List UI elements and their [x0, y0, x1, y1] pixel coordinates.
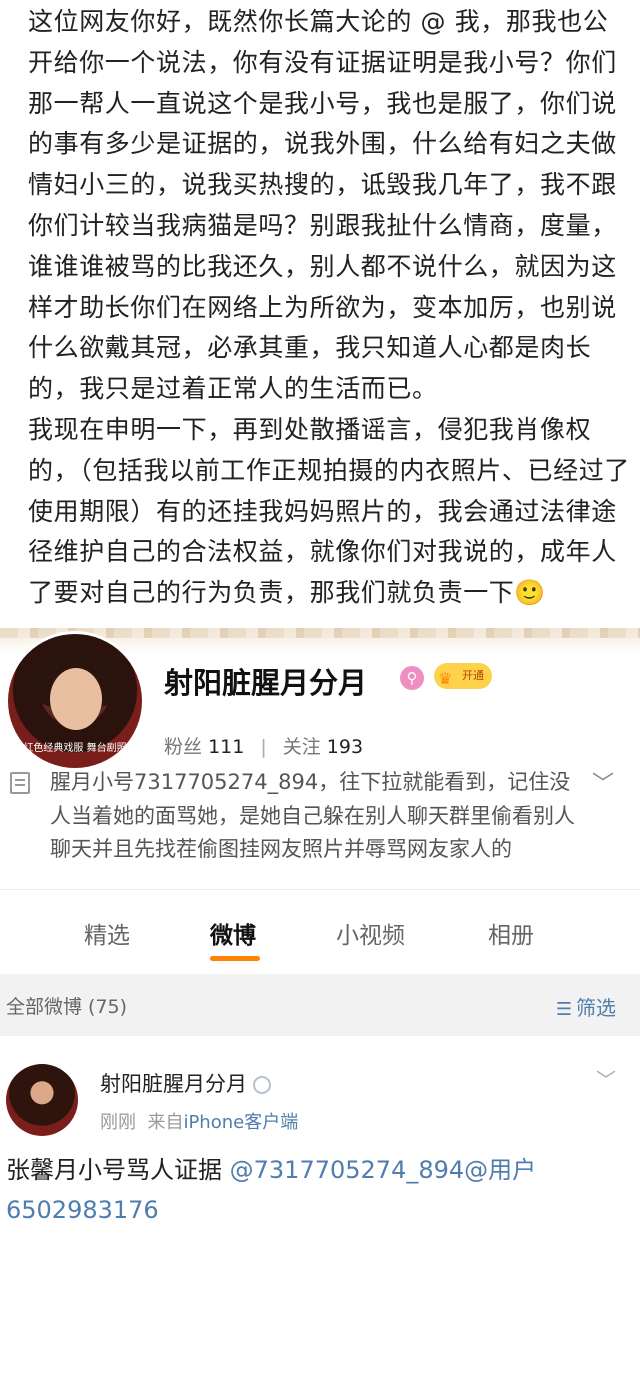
tab-featured[interactable]: 精选	[84, 916, 130, 950]
smile-emoji-icon: 🙂	[514, 578, 547, 608]
document-icon	[10, 771, 30, 794]
search-badge-icon[interactable]: ⚲	[400, 665, 424, 690]
post-time: 刚刚	[100, 1111, 136, 1133]
post-avatar[interactable]	[6, 1063, 78, 1136]
crown-icon: ♛	[438, 668, 453, 688]
filter-icon: ☰	[555, 998, 572, 1020]
post-source[interactable]: iPhone客户端	[183, 1112, 298, 1133]
profile-intro: 腥月小号7317705274_894，往下拉就能看到，记住没人当着她的面骂她，是…	[0, 752, 640, 867]
profile-avatar[interactable]: 红色经典戏服 舞台剧照	[8, 633, 142, 768]
filter-button[interactable]: ☰ 筛选	[556, 992, 616, 1021]
post-author[interactable]: 射阳脏腥月分月	[100, 1068, 271, 1098]
all-posts-count: 全部微博 (75)	[6, 995, 128, 1018]
filter-bar: 全部微博 (75) ☰ 筛选	[0, 973, 640, 1036]
vip-label: 开通	[462, 668, 484, 682]
profile-tabs: 精选 微博 小视频 相册	[0, 888, 640, 974]
avatar-face	[50, 667, 102, 730]
profile-header: 红色经典戏服 舞台剧照 射阳脏腥月分月 ⚲ ♛ 开通 粉丝 111 | 关注 193	[0, 627, 640, 768]
post-author-name: 射阳脏腥月分月	[100, 1071, 247, 1096]
post-text: 张馨月小号骂人证据 @7317705274_894@用户6502983176	[6, 1150, 616, 1230]
member-badge-icon	[253, 1075, 271, 1094]
filter-label: 筛选	[576, 995, 616, 1020]
statement-text: 这位网友你好，既然你长篇大论的 @ 我，那我也公开给你一个说法，你有没有证据证明…	[0, 0, 640, 614]
intro-text: 腥月小号7317705274_894，往下拉就能看到，记住没人当着她的面骂她，是…	[50, 769, 575, 862]
post-meta: 刚刚 来自iPhone客户端	[100, 1108, 298, 1134]
chevron-down-icon[interactable]: ﹀	[592, 768, 614, 802]
post-menu-chevron-icon[interactable]: ﹀	[596, 1064, 616, 1093]
post-from-label: 来自	[147, 1111, 184, 1133]
profile-name: 射阳脏腥月分月	[164, 665, 368, 700]
statement-paragraph-2: 我现在申明一下，再到处散播谣言，侵犯我肖像权的，（包括我以前工作正规拍摄的内衣照…	[28, 410, 630, 614]
statement-paragraph-1: 这位网友你好，既然你长篇大论的 @ 我，那我也公开给你一个说法，你有没有证据证明…	[28, 7, 617, 404]
post-text-prefix: 张馨月小号骂人证据	[6, 1155, 230, 1184]
active-tab-indicator	[210, 955, 260, 961]
tab-album[interactable]: 相册	[488, 916, 534, 950]
post-card[interactable]: 射阳脏腥月分月 刚刚 来自iPhone客户端 ﹀ 张馨月小号骂人证据 @7317…	[0, 1036, 640, 1238]
tab-short-video[interactable]: 小视频	[336, 916, 405, 950]
tab-weibo[interactable]: 微博	[210, 916, 256, 950]
vip-badge[interactable]: ♛ 开通	[434, 662, 492, 689]
